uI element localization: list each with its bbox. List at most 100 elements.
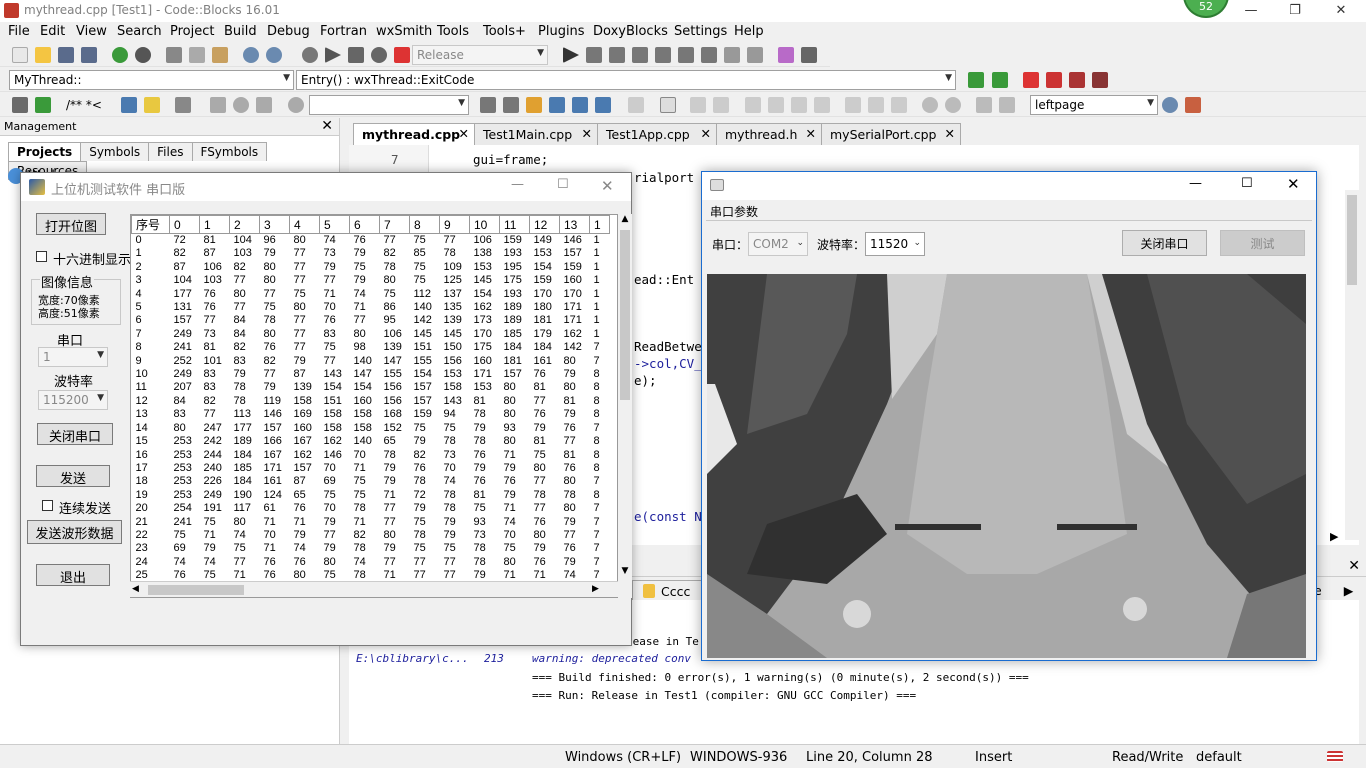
- table-row[interactable]: 3 104 103 77 80 77 77 79 80 75 125 145 175 159 160 1: [132, 274, 610, 287]
- rebuild-icon[interactable]: [371, 47, 387, 63]
- tools-icon[interactable]: [175, 97, 191, 113]
- flag-icon[interactable]: [1327, 751, 1343, 762]
- scroll-thumb[interactable]: [148, 585, 244, 595]
- minimize-icon[interactable]: —: [511, 177, 524, 192]
- clear-search-icon[interactable]: [288, 97, 304, 113]
- table-row[interactable]: 23 69 79 75 71 74 79 78 79 75 75 78 75 79 76 7: [132, 542, 610, 555]
- table-row[interactable]: 17 253 240 185 171 157 70 71 79 76 70 79 79 80 76 8: [132, 462, 610, 475]
- stop-debug-icon[interactable]: [747, 47, 763, 63]
- scroll-right-icon[interactable]: ▶: [592, 584, 599, 594]
- table-row[interactable]: 0 72 81 104 96 80 74 76 77 75 77 106 159 149 146 1: [132, 234, 610, 248]
- maximize-icon[interactable]: ☐: [557, 177, 569, 192]
- widget-slider-icon[interactable]: [868, 97, 884, 113]
- search-input[interactable]: ▼: [309, 95, 469, 115]
- column-header[interactable]: 9: [439, 215, 470, 234]
- next-icon[interactable]: [256, 97, 272, 113]
- close-icon[interactable]: ✕: [601, 177, 614, 195]
- port-select[interactable]: COM2 ⌄: [748, 232, 808, 256]
- widget-check-icon[interactable]: [814, 97, 830, 113]
- grid-vscroll[interactable]: ▲ ▼: [618, 214, 632, 598]
- column-header[interactable]: 6: [349, 215, 380, 234]
- abort-icon[interactable]: [394, 47, 410, 63]
- comment-button[interactable]: /** *<: [66, 98, 102, 112]
- table-row[interactable]: 10 249 83 79 77 87 143 147 155 154 153 171 157 76 79 8: [132, 368, 610, 381]
- baud-select[interactable]: 115200 ▼: [38, 390, 108, 410]
- zoom-in-icon[interactable]: [922, 97, 938, 113]
- column-header[interactable]: 12: [529, 215, 560, 234]
- debug-start-icon[interactable]: [563, 47, 579, 63]
- tab-fsymbols[interactable]: FSymbols: [191, 142, 268, 161]
- find-prev-icon[interactable]: [480, 97, 496, 113]
- build-target-select[interactable]: Release ▼: [412, 45, 548, 65]
- dot-icon[interactable]: [233, 97, 249, 113]
- close-icon[interactable]: ✕: [582, 126, 592, 141]
- close-icon[interactable]: ✕: [459, 126, 469, 141]
- widget-text-icon[interactable]: [713, 97, 729, 113]
- tab-myserialport-cpp[interactable]: mySerialPort.cpp ✕: [821, 123, 961, 145]
- menu-project[interactable]: Project: [170, 24, 214, 39]
- column-header[interactable]: 1: [199, 215, 230, 234]
- menu-wxsmith[interactable]: wxSmith: [376, 24, 432, 39]
- tab-symbols[interactable]: Symbols: [80, 142, 150, 161]
- highlight-icon[interactable]: [526, 97, 542, 113]
- select-all-icon[interactable]: [549, 97, 565, 113]
- widget-list-icon[interactable]: [768, 97, 784, 113]
- close-icon[interactable]: ✕: [945, 126, 955, 141]
- scroll-up-icon[interactable]: ▲: [618, 214, 632, 224]
- close-icon[interactable]: ✕: [321, 118, 333, 134]
- close-port-button[interactable]: 关闭串口: [1122, 230, 1207, 256]
- column-header[interactable]: 2: [229, 215, 260, 234]
- next-line-icon[interactable]: [609, 47, 625, 63]
- match-case-icon[interactable]: [572, 97, 588, 113]
- widget-spin-icon[interactable]: [891, 97, 907, 113]
- baud-select[interactable]: 11520 ⌄: [865, 232, 925, 256]
- sizer-s-icon[interactable]: [976, 97, 992, 113]
- menu-tools[interactable]: Tools: [437, 24, 469, 39]
- send-waveform-button[interactable]: 发送波形数据: [27, 520, 122, 544]
- column-header[interactable]: 序号: [131, 215, 170, 234]
- open-folder-icon[interactable]: [35, 47, 51, 63]
- tab-mythread-h[interactable]: mythread.h ✕: [716, 123, 822, 145]
- table-row[interactable]: 16 253 244 184 167 162 146 70 78 82 73 76 71 75 81 8: [132, 449, 610, 462]
- widget-gauge-icon[interactable]: [845, 97, 861, 113]
- jump-back-icon[interactable]: [968, 72, 984, 88]
- undo-icon[interactable]: [112, 47, 128, 63]
- menu-settings[interactable]: Settings: [674, 24, 727, 39]
- tab-projects[interactable]: Projects: [8, 142, 82, 161]
- step-instruction-icon[interactable]: [701, 47, 717, 63]
- table-row[interactable]: 2 87 106 82 80 77 79 75 78 75 109 153 195 154 159 1: [132, 261, 610, 274]
- table-row[interactable]: 18 253 226 184 161 87 69 75 79 78 74 76 76 77 80 7: [132, 475, 610, 488]
- tab-cccc[interactable]: Cccc: [632, 580, 702, 602]
- column-header[interactable]: 0: [169, 215, 200, 234]
- menu-edit[interactable]: Edit: [40, 24, 65, 39]
- table-row[interactable]: 1 82 87 103 79 77 73 79 82 85 78 138 193 153 157 1: [132, 247, 610, 260]
- prev-bookmark-icon[interactable]: [1046, 72, 1062, 88]
- menu-debug[interactable]: Debug: [267, 24, 310, 39]
- scope-select[interactable]: MyThread:: ▼: [9, 70, 294, 90]
- table-row[interactable]: 19 253 249 190 124 65 75 75 71 72 78 81 79 78 78 8: [132, 489, 610, 502]
- widget-combo-icon[interactable]: [791, 97, 807, 113]
- scroll-thumb[interactable]: [620, 230, 630, 400]
- step-into-icon[interactable]: [632, 47, 648, 63]
- send-button[interactable]: 发送: [36, 465, 110, 487]
- grid-hscroll[interactable]: ◀ ▶: [130, 581, 618, 597]
- column-header[interactable]: 11: [499, 215, 530, 234]
- menu-search[interactable]: Search: [117, 24, 162, 39]
- logs-tab-overflow[interactable]: e ▶: [1310, 580, 1360, 602]
- scroll-down-icon[interactable]: ▼: [618, 566, 632, 576]
- table-row[interactable]: 4 177 76 80 77 75 71 74 75 112 137 154 193 170 170 1: [132, 288, 610, 301]
- widget-image-icon[interactable]: [690, 97, 706, 113]
- minimize-icon[interactable]: —: [1189, 176, 1202, 191]
- chevron-right-icon[interactable]: ▶: [1344, 583, 1354, 598]
- table-row[interactable]: 15 253 242 189 166 167 162 140 65 79 78 78 80 81 77 8: [132, 435, 610, 448]
- table-row[interactable]: 9 252 101 83 82 79 77 140 147 155 156 160 181 161 80 7: [132, 355, 610, 368]
- toggle-bookmark-icon[interactable]: [1023, 72, 1039, 88]
- table-row[interactable]: 5 131 76 77 75 80 70 71 86 140 135 162 189 180 171 1: [132, 301, 610, 314]
- new-file-icon[interactable]: [12, 47, 28, 63]
- redo-icon[interactable]: [135, 47, 151, 63]
- function-select[interactable]: Entry() : wxThread::ExitCode ▼: [296, 70, 956, 90]
- column-header[interactable]: 4: [289, 215, 320, 234]
- restore-button[interactable]: ❐: [1272, 0, 1318, 22]
- close-icon[interactable]: ✕: [1348, 558, 1360, 574]
- open-image-button[interactable]: 打开位图: [36, 213, 106, 235]
